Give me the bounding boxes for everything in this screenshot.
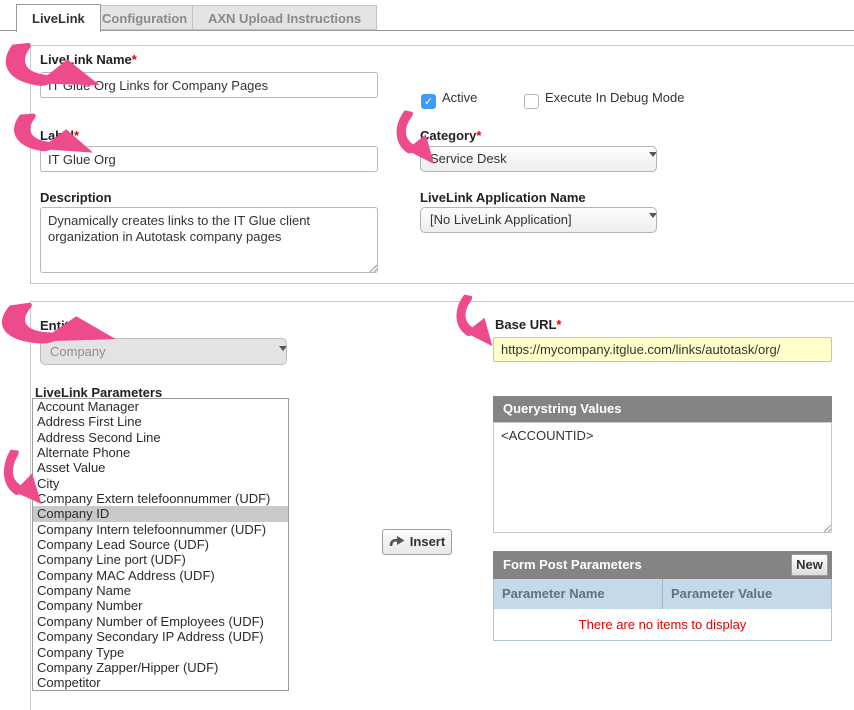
select-stepper-icon xyxy=(641,214,648,226)
tab-livelink[interactable]: LiveLink xyxy=(16,4,101,32)
parameter-option[interactable]: Address Second Line xyxy=(33,430,288,445)
select-stepper-icon xyxy=(641,153,648,165)
category-selected-value: Service Desk xyxy=(430,151,507,166)
form-post-empty-message: There are no items to display xyxy=(493,609,832,641)
required-marker: * xyxy=(74,128,79,143)
parameter-value-column-header: Parameter Value xyxy=(663,579,831,609)
label-field-label: Label* xyxy=(40,128,79,143)
form-post-parameters-header: Form Post Parameters xyxy=(493,551,832,579)
description-label: Description xyxy=(40,190,112,205)
parameter-option[interactable]: Address First Line xyxy=(33,414,288,429)
querystring-values-textarea[interactable]: <ACCOUNTID> xyxy=(493,422,832,533)
parameter-option[interactable]: Company Number of Employees (UDF) xyxy=(33,614,288,629)
resize-grip-icon[interactable] xyxy=(368,263,378,273)
livelink-name-input[interactable] xyxy=(40,72,378,98)
parameter-option[interactable]: Company Zapper/Hipper (UDF) xyxy=(33,660,288,675)
parameter-option[interactable]: Company Line port (UDF) xyxy=(33,552,288,567)
parameter-option[interactable]: Company Lead Source (UDF) xyxy=(33,537,288,552)
tabbar-divider xyxy=(0,30,854,31)
tab-configuration[interactable]: Configuration xyxy=(86,5,203,30)
parameter-option[interactable]: Company Extern telefoonnummer (UDF) xyxy=(33,491,288,506)
base-url-input[interactable] xyxy=(493,337,832,362)
entity-label: Entity* xyxy=(40,318,81,333)
check-icon: ✓ xyxy=(424,96,433,108)
livelink-parameters-listbox[interactable]: Account ManagerAddress First LineAddress… xyxy=(32,398,289,691)
parameter-option[interactable]: Competitor xyxy=(33,675,288,690)
form-post-column-headers: Parameter Name Parameter Value xyxy=(493,579,832,609)
active-checkbox-row: ✓ Active xyxy=(421,89,477,106)
category-label: Category* xyxy=(420,128,481,143)
required-marker: * xyxy=(556,317,561,332)
debug-checkbox-label: Execute In Debug Mode xyxy=(545,90,684,105)
application-selected-value: [No LiveLink Application] xyxy=(430,212,572,227)
parameter-option[interactable]: Company Intern telefoonnummer (UDF) xyxy=(33,522,288,537)
insert-button-label: Insert xyxy=(410,534,445,549)
parameter-option[interactable]: Company Secondary IP Address (UDF) xyxy=(33,629,288,644)
active-checkbox[interactable]: ✓ xyxy=(421,94,436,109)
parameter-option[interactable]: Company MAC Address (UDF) xyxy=(33,568,288,583)
parameter-option[interactable]: Company Type xyxy=(33,645,288,660)
required-marker: * xyxy=(476,128,481,143)
new-form-post-parameter-button[interactable]: New xyxy=(791,554,828,576)
resize-grip-icon[interactable] xyxy=(822,523,832,533)
base-url-label: Base URL* xyxy=(495,317,561,332)
insert-button[interactable]: Insert xyxy=(382,529,452,555)
parameter-option[interactable]: Company ID xyxy=(33,506,288,521)
entity-select[interactable]: Company xyxy=(40,338,287,365)
livelink-editor-page: LiveLink Configuration AXN Upload Instru… xyxy=(0,0,854,710)
parameter-option[interactable]: Account Manager xyxy=(33,399,288,414)
parameter-option[interactable]: City xyxy=(33,476,288,491)
parameter-option[interactable]: Asset Value xyxy=(33,460,288,475)
parameter-option[interactable]: Alternate Phone xyxy=(33,445,288,460)
debug-checkbox-row: ✓ Execute In Debug Mode xyxy=(524,89,684,106)
parameter-option[interactable]: Company Number xyxy=(33,598,288,613)
required-marker: * xyxy=(132,52,137,67)
active-checkbox-label: Active xyxy=(442,90,477,105)
select-stepper-icon xyxy=(271,346,278,358)
application-name-label: LiveLink Application Name xyxy=(420,190,586,205)
parameter-option[interactable]: Company Name xyxy=(33,583,288,598)
application-name-select[interactable]: [No LiveLink Application] xyxy=(420,207,657,233)
querystring-values-header: Querystring Values xyxy=(493,396,832,422)
label-input[interactable] xyxy=(40,146,378,172)
required-marker: * xyxy=(76,318,81,333)
parameter-name-column-header: Parameter Name xyxy=(494,579,663,609)
description-textarea[interactable]: Dynamically creates links to the IT Glue… xyxy=(40,207,378,273)
tab-axn-upload-instructions[interactable]: AXN Upload Instructions xyxy=(192,5,377,30)
debug-mode-checkbox[interactable]: ✓ xyxy=(524,94,539,109)
category-select[interactable]: Service Desk xyxy=(420,146,657,172)
insert-arrow-icon xyxy=(389,535,406,547)
livelink-name-label: LiveLink Name* xyxy=(40,52,137,67)
entity-selected-value: Company xyxy=(50,344,106,359)
